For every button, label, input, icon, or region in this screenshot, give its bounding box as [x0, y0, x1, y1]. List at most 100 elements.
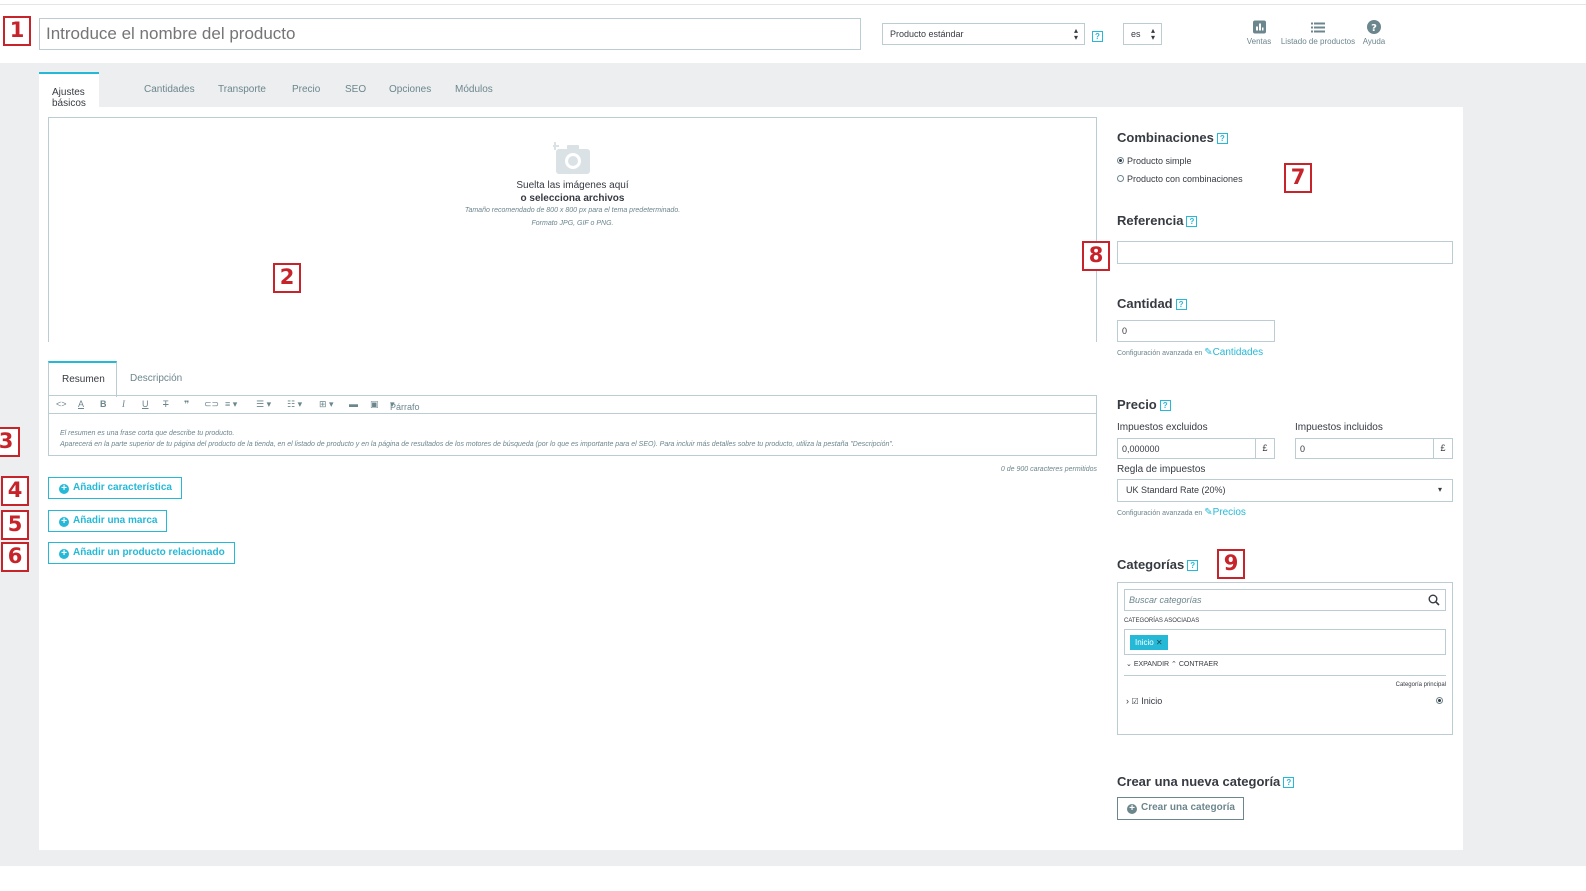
tab-label: Transporte — [218, 84, 266, 95]
radio-label: Producto con combinaciones — [1127, 174, 1243, 184]
tax-rule-select[interactable]: UK Standard Rate (20%) ▾ — [1117, 479, 1453, 502]
associated-categories-field: Inicio ✕ — [1124, 629, 1446, 655]
help-icon[interactable]: ? — [1216, 133, 1228, 145]
underline-icon[interactable]: U — [142, 399, 149, 409]
divider — [1124, 675, 1446, 676]
add-related-product-button[interactable]: + Añadir un producto relacionado — [48, 542, 235, 564]
editor-toolbar: <> A B I U T ❞ ⊂⊃ ≡ ▾ ☰ ▾ ☷ ▾ ⊞ ▾ ▬ ▣ Pá… — [49, 396, 1096, 414]
help-icon[interactable]: ? — [1283, 777, 1295, 789]
bold-icon[interactable]: B — [100, 399, 107, 409]
note-text: Configuración avanzada en — [1117, 350, 1203, 357]
quantity-advanced-note: Configuración avanzada en ✎Cantidades — [1117, 347, 1263, 358]
associated-categories-label: CATEGORÍAS ASOCIADAS — [1124, 618, 1200, 624]
checkbox-checked-icon[interactable]: ☑ — [1132, 697, 1139, 706]
expand-button[interactable]: ⌄ EXPANDIR — [1126, 661, 1169, 668]
price-incl-input[interactable]: 0 — [1295, 438, 1434, 459]
tab-label: SEO — [345, 84, 367, 95]
radio-label: Producto simple — [1127, 156, 1192, 166]
quantity-heading: Cantidad? — [1117, 296, 1187, 311]
tab-modules[interactable]: Módulos — [455, 72, 493, 107]
strikethrough-icon[interactable]: T — [163, 399, 169, 409]
format-dropdown[interactable]: Párrafo ▾ — [390, 399, 420, 412]
image-icon[interactable]: ▬ — [349, 399, 358, 409]
add-related-label: Añadir un producto relacionado — [73, 547, 225, 558]
help-icon[interactable]: ? — [1175, 299, 1187, 311]
tab-quantities[interactable]: Cantidades — [144, 72, 195, 107]
add-brand-button[interactable]: + Añadir una marca — [48, 510, 168, 532]
tab-price[interactable]: Precio — [292, 72, 320, 107]
table-icon[interactable]: ⊞ ▾ — [319, 399, 334, 410]
code-icon[interactable]: <> — [56, 399, 67, 409]
quantity-input[interactable]: 0 — [1117, 320, 1275, 342]
product-type-select[interactable]: Producto estándar ▴ ▾ — [882, 23, 1085, 45]
combinations-title: Combinaciones — [1117, 130, 1214, 145]
collapse-button[interactable]: ⌃ CONTRAER — [1171, 661, 1218, 668]
radio-simple-product[interactable]: Producto simple — [1117, 156, 1192, 166]
italic-icon[interactable]: I — [122, 399, 125, 409]
price-excl-input[interactable]: 0,000000 — [1117, 438, 1256, 459]
tab-label: Opciones — [389, 84, 432, 95]
numbered-list-icon[interactable]: ☷ ▾ — [287, 399, 302, 410]
create-category-button[interactable]: + Crear una categoría — [1117, 797, 1244, 820]
summary-placeholder-line1: El resumen es una frase corta que descri… — [60, 430, 235, 437]
sales-link[interactable]: Ventas — [1244, 20, 1274, 46]
quantities-link-label: Cantidades — [1212, 347, 1264, 358]
chevron-right-icon[interactable]: › — [1126, 696, 1129, 706]
tab-options[interactable]: Opciones — [389, 72, 431, 107]
char-counter: 0 de 900 caracteres permitidos — [1000, 466, 1097, 473]
summary-placeholder-line2: Aparecerá en la parte superior de tu pág… — [60, 441, 894, 448]
tab-basic-settings[interactable]: Ajustes básicos — [39, 72, 99, 109]
category-search-placeholder: Buscar categorías — [1129, 595, 1202, 605]
quantity-title: Cantidad — [1117, 296, 1173, 311]
link-icon[interactable]: ⊂⊃ — [204, 399, 219, 410]
image-dropzone[interactable]: Suelta las imágenes aquí o selecciona ar… — [48, 117, 1097, 342]
text-color-icon[interactable]: A — [78, 399, 84, 409]
collapse-label: CONTRAER — [1178, 661, 1219, 668]
main-category-radio[interactable] — [1436, 696, 1446, 707]
prices-link-label: Precios — [1212, 507, 1246, 518]
help-icon[interactable]: ? — [1187, 560, 1199, 572]
annotation-marker-6: 6 — [1, 542, 29, 572]
quote-icon[interactable]: ❞ — [184, 399, 189, 410]
category-tree-item[interactable]: › ☑ Inicio — [1126, 696, 1162, 706]
product-name-input[interactable] — [39, 18, 861, 50]
add-brand-label: Añadir una marca — [73, 515, 158, 526]
radio-checked-icon — [1436, 697, 1443, 704]
prices-link[interactable]: ✎Precios — [1204, 507, 1246, 518]
help-icon[interactable]: ? — [1186, 216, 1198, 228]
help-link[interactable]: ? Ayuda — [1361, 20, 1387, 46]
quantities-link[interactable]: ✎Cantidades — [1204, 347, 1263, 358]
product-type-value: Producto estándar — [890, 29, 964, 39]
radio-product-with-combinations[interactable]: Producto con combinaciones — [1117, 174, 1243, 184]
annotation-marker-8: 8 — [1082, 241, 1110, 271]
tab-label: Precio — [292, 84, 321, 95]
category-search-input[interactable]: Buscar categorías — [1124, 589, 1446, 611]
summary-editor[interactable]: <> A B I U T ❞ ⊂⊃ ≡ ▾ ☰ ▾ ☷ ▾ ⊞ ▾ ▬ ▣ Pá… — [48, 395, 1097, 456]
tab-shipping[interactable]: Transporte — [218, 72, 266, 107]
tab-seo[interactable]: SEO — [345, 72, 366, 107]
tab-description[interactable]: Descripción — [130, 373, 182, 384]
reference-input[interactable] — [1117, 241, 1453, 264]
tab-summary[interactable]: Resumen — [48, 361, 117, 397]
align-icon[interactable]: ≡ ▾ — [225, 399, 237, 410]
language-select[interactable]: es ▴ ▾ — [1123, 23, 1162, 45]
product-list-link[interactable]: Listado de productos — [1278, 20, 1358, 46]
currency-addon: £ — [1256, 438, 1275, 459]
annotation-marker-3: 3 — [0, 427, 20, 457]
dropzone-size-hint: Tamaño recomendado de 800 x 800 px para … — [464, 207, 681, 214]
price-excl-value: 0,000000 — [1122, 444, 1160, 454]
select-arrows-icon: ▴ ▾ — [1150, 26, 1155, 42]
price-advanced-note: Configuración avanzada en ✎Precios — [1117, 507, 1246, 518]
tab-label: Cantidades — [144, 84, 195, 95]
media-icon[interactable]: ▣ — [370, 399, 379, 410]
help-icon[interactable]: ? — [1159, 400, 1171, 412]
bullet-list-icon[interactable]: ☰ ▾ — [256, 399, 271, 410]
categories-title: Categorías — [1117, 557, 1185, 572]
remove-tag-icon[interactable]: ✕ — [1156, 638, 1163, 647]
plus-icon: + — [59, 549, 69, 559]
product-list-link-label: Listado de productos — [1280, 37, 1356, 46]
add-feature-label: Añadir característica — [73, 482, 172, 493]
product-type-help-icon[interactable]: ? — [1092, 31, 1103, 42]
add-feature-button[interactable]: + Añadir característica — [48, 477, 182, 499]
dropzone-select-files[interactable]: o selecciona archivos — [49, 193, 1096, 204]
